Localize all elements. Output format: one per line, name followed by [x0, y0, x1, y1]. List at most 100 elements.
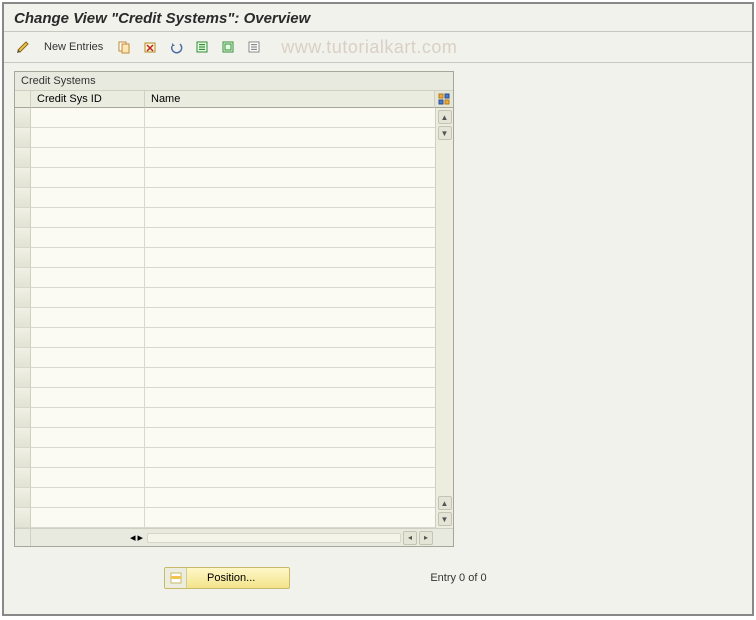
table-row[interactable] [15, 448, 435, 468]
col-header-credit-sys-id[interactable]: Credit Sys ID [31, 91, 145, 108]
row-selector[interactable] [15, 288, 31, 307]
deselect-all-icon[interactable] [243, 36, 265, 58]
row-selector[interactable] [15, 368, 31, 387]
table-row[interactable] [15, 428, 435, 448]
table-configure-icon[interactable] [435, 91, 453, 108]
select-all-rows-header[interactable] [15, 91, 31, 108]
row-selector[interactable] [15, 468, 31, 487]
row-selector[interactable] [15, 228, 31, 247]
cell-name[interactable] [145, 388, 435, 407]
table-row[interactable] [15, 108, 435, 128]
row-selector[interactable] [15, 208, 31, 227]
scroll-page-up-icon[interactable]: ▼ [438, 126, 452, 140]
row-selector[interactable] [15, 128, 31, 147]
table-row[interactable] [15, 288, 435, 308]
cell-credit-sys-id[interactable] [31, 268, 145, 287]
horizontal-scrollbar[interactable]: ◂ ▸ [145, 529, 435, 546]
cell-credit-sys-id[interactable] [31, 308, 145, 327]
table-row[interactable] [15, 308, 435, 328]
table-row[interactable] [15, 148, 435, 168]
table-row[interactable] [15, 128, 435, 148]
row-selector[interactable] [15, 148, 31, 167]
row-selector[interactable] [15, 308, 31, 327]
cell-credit-sys-id[interactable] [31, 448, 145, 467]
cell-credit-sys-id[interactable] [31, 368, 145, 387]
cell-name[interactable] [145, 428, 435, 447]
table-row[interactable] [15, 488, 435, 508]
row-selector[interactable] [15, 488, 31, 507]
horizontal-scroll-track[interactable] [147, 533, 401, 543]
table-row[interactable] [15, 268, 435, 288]
cell-name[interactable] [145, 308, 435, 327]
cell-credit-sys-id[interactable] [31, 488, 145, 507]
row-selector[interactable] [15, 188, 31, 207]
table-row[interactable] [15, 468, 435, 488]
table-row[interactable] [15, 168, 435, 188]
cell-name[interactable] [145, 488, 435, 507]
cell-name[interactable] [145, 228, 435, 247]
cell-credit-sys-id[interactable] [31, 228, 145, 247]
scroll-right-icon[interactable]: ▸ [419, 531, 433, 545]
table-row[interactable] [15, 328, 435, 348]
row-selector[interactable] [15, 428, 31, 447]
cell-name[interactable] [145, 448, 435, 467]
cell-name[interactable] [145, 508, 435, 527]
scroll-page-down-icon[interactable]: ▲ [438, 496, 452, 510]
table-row[interactable] [15, 248, 435, 268]
cell-name[interactable] [145, 368, 435, 387]
cell-name[interactable] [145, 288, 435, 307]
cell-name[interactable] [145, 348, 435, 367]
scroll-left-icon[interactable]: ◂ [403, 531, 417, 545]
table-row[interactable] [15, 388, 435, 408]
cell-name[interactable] [145, 408, 435, 427]
undo-change-icon[interactable] [165, 36, 187, 58]
cell-credit-sys-id[interactable] [31, 248, 145, 267]
cell-credit-sys-id[interactable] [31, 508, 145, 527]
cell-name[interactable] [145, 468, 435, 487]
cell-credit-sys-id[interactable] [31, 128, 145, 147]
cell-name[interactable] [145, 188, 435, 207]
cell-credit-sys-id[interactable] [31, 428, 145, 447]
row-selector[interactable] [15, 268, 31, 287]
table-row[interactable] [15, 368, 435, 388]
col-header-name[interactable]: Name [145, 91, 435, 108]
row-selector[interactable] [15, 408, 31, 427]
row-selector[interactable] [15, 168, 31, 187]
select-all-icon[interactable] [191, 36, 213, 58]
row-selector[interactable] [15, 248, 31, 267]
cell-credit-sys-id[interactable] [31, 208, 145, 227]
new-entries-button[interactable]: New Entries [38, 38, 109, 56]
scroll-col-right-icon[interactable]: ▸ [137, 531, 143, 544]
cell-name[interactable] [145, 248, 435, 267]
cell-name[interactable] [145, 268, 435, 287]
table-row[interactable] [15, 408, 435, 428]
cell-credit-sys-id[interactable] [31, 348, 145, 367]
cell-name[interactable] [145, 208, 435, 227]
cell-name[interactable] [145, 108, 435, 127]
position-button[interactable]: Position... [164, 567, 290, 589]
cell-credit-sys-id[interactable] [31, 388, 145, 407]
toggle-display-change-icon[interactable] [12, 36, 34, 58]
table-row[interactable] [15, 188, 435, 208]
copy-as-icon[interactable] [113, 36, 135, 58]
row-selector[interactable] [15, 448, 31, 467]
table-row[interactable] [15, 228, 435, 248]
cell-name[interactable] [145, 128, 435, 147]
select-block-icon[interactable] [217, 36, 239, 58]
cell-credit-sys-id[interactable] [31, 468, 145, 487]
scroll-col-left-icon[interactable]: ◂ [130, 531, 136, 544]
table-row[interactable] [15, 348, 435, 368]
cell-credit-sys-id[interactable] [31, 188, 145, 207]
row-selector[interactable] [15, 508, 31, 527]
cell-credit-sys-id[interactable] [31, 148, 145, 167]
row-selector[interactable] [15, 108, 31, 127]
cell-name[interactable] [145, 168, 435, 187]
cell-name[interactable] [145, 148, 435, 167]
cell-credit-sys-id[interactable] [31, 328, 145, 347]
table-row[interactable] [15, 208, 435, 228]
delete-icon[interactable] [139, 36, 161, 58]
cell-credit-sys-id[interactable] [31, 408, 145, 427]
scroll-down-icon[interactable]: ▼ [438, 512, 452, 526]
row-selector[interactable] [15, 348, 31, 367]
row-selector[interactable] [15, 328, 31, 347]
